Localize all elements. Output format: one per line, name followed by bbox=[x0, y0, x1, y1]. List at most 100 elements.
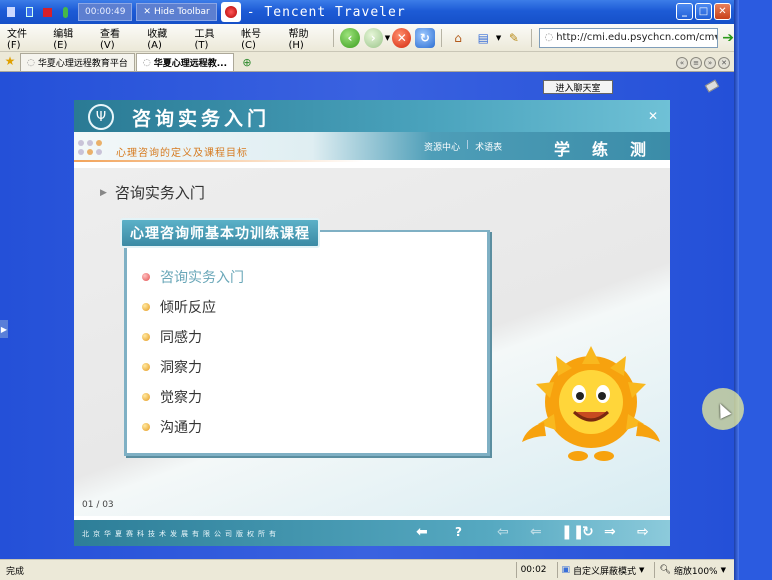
course-item-listening[interactable]: 倾听反应 bbox=[142, 292, 244, 322]
hide-toolbar-button[interactable]: ✕ Hide Toolbar bbox=[136, 3, 217, 21]
bullet-icon bbox=[142, 303, 150, 311]
replay-icon[interactable]: ↻ bbox=[582, 524, 594, 540]
course-header: Ψ 咨询实务入门 ✕ bbox=[74, 100, 670, 132]
home-icon[interactable]: ⌂ bbox=[449, 28, 468, 48]
menu-favorites[interactable]: 收藏(A) bbox=[140, 25, 187, 51]
previous-slide-icon[interactable]: ⇐ bbox=[530, 524, 542, 540]
first-slide-icon[interactable]: ⇦ bbox=[497, 524, 509, 540]
recorder-stop-icon[interactable] bbox=[38, 3, 56, 21]
web-content: 进入聊天室 ▶ Ψ 咨询实务入门 ✕ 心理咨询的定义及课程目标 资源中心 | 术… bbox=[0, 72, 734, 559]
course-item-label: 觉察力 bbox=[160, 390, 202, 406]
mode-test-tab[interactable]: 测 bbox=[630, 136, 646, 160]
desktop-background bbox=[734, 0, 772, 580]
shield-icon: ▣ bbox=[561, 565, 571, 575]
menu-help[interactable]: 帮助(H) bbox=[281, 25, 329, 51]
next-slide-icon[interactable]: ⇒ bbox=[604, 524, 616, 540]
tab-label: 华夏心理远程教... bbox=[153, 59, 227, 69]
tab-list-icon[interactable]: ≡ bbox=[690, 57, 702, 69]
minimize-button[interactable]: _ bbox=[676, 3, 693, 20]
menu-edit[interactable]: 编辑(E) bbox=[46, 25, 93, 51]
folder-dropdown-icon[interactable]: ▼ bbox=[496, 34, 501, 42]
tab-controls: « ≡ » ✕ bbox=[676, 57, 730, 69]
chevron-down-icon: ▼ bbox=[720, 566, 726, 574]
menu-file[interactable]: 文件(F) bbox=[0, 25, 46, 51]
screen-mode-selector[interactable]: ▣ 自定义屏蔽模式 ▼ bbox=[556, 562, 649, 578]
glossary-link[interactable]: 术语表 bbox=[475, 140, 502, 153]
course-item-label: 沟通力 bbox=[160, 420, 202, 436]
help-icon[interactable]: ? bbox=[455, 525, 462, 539]
tencent-traveler-logo-icon bbox=[220, 2, 241, 22]
study-mode-tabs: 学 练 测 bbox=[554, 136, 646, 160]
decorative-dots bbox=[78, 140, 102, 155]
tab-scroll-left-icon[interactable]: « bbox=[676, 57, 688, 69]
course-item-counseling-intro[interactable]: 咨询实务入门 bbox=[142, 262, 244, 292]
back-icon[interactable]: ‹ bbox=[340, 27, 360, 48]
section-title: ▶ 咨询实务入门 bbox=[100, 182, 205, 203]
course-item-insight[interactable]: 洞察力 bbox=[142, 352, 244, 382]
open-folder-icon[interactable]: ▤ bbox=[474, 28, 493, 48]
window-title: - Tencent Traveler bbox=[246, 4, 406, 20]
course-item-label: 洞察力 bbox=[160, 360, 202, 376]
stop-icon[interactable]: ✕ bbox=[392, 27, 412, 48]
new-tab-icon[interactable]: ⊕ bbox=[239, 54, 255, 70]
address-url: http://cmi.edu.psychcn.com/cm bbox=[556, 32, 715, 43]
tab-close-icon[interactable]: ✕ bbox=[718, 57, 730, 69]
forward-dropdown-icon[interactable]: ▼ bbox=[385, 34, 390, 42]
mode-learn-tab[interactable]: 学 bbox=[554, 136, 570, 160]
course-item-empathy[interactable]: 同感力 bbox=[142, 322, 244, 352]
decorative-line bbox=[74, 160, 364, 162]
back-arrow-icon[interactable]: ⬅ bbox=[416, 524, 428, 540]
course-footer: 北京华夏赛科技术发展有限公司版权所有 ⬅ ? ⇦ ⇐ ❚❚ ↻ ⇒ ⇨ bbox=[74, 520, 670, 546]
course-links: 资源中心 | 术语表 bbox=[424, 140, 502, 153]
close-window-button[interactable]: ✕ bbox=[714, 3, 731, 20]
last-slide-icon[interactable]: ⇨ bbox=[637, 524, 649, 540]
resource-center-link[interactable]: 资源中心 bbox=[424, 140, 460, 153]
course-box-label: 心理咨询师基本功训练课程 bbox=[120, 218, 320, 248]
tab-platform-home[interactable]: ◌ 华夏心理远程教育平台 bbox=[20, 53, 135, 71]
zoom-selector[interactable]: 🔍︎ 缩放100% ▼ bbox=[654, 562, 730, 578]
course-subtitle: 心理咨询的定义及课程目标 bbox=[116, 148, 248, 159]
recorder-menu-icon[interactable] bbox=[2, 3, 20, 21]
menu-account[interactable]: 帐号(C) bbox=[234, 25, 281, 51]
close-icon: ✕ bbox=[143, 7, 151, 17]
menu-tools[interactable]: 工具(T) bbox=[188, 25, 235, 51]
favorites-star-icon[interactable]: ★ bbox=[0, 51, 20, 71]
address-bar[interactable]: ◌ http://cmi.edu.psychcn.com/cm ▼ bbox=[539, 27, 719, 48]
side-panel-handle-icon[interactable]: ▶ bbox=[0, 320, 8, 338]
course-slide: ▶ 咨询实务入门 心理咨询师基本功训练课程 咨询实务入门 倾听反应 同感力 洞察… bbox=[74, 168, 670, 516]
recorder-mic-icon[interactable] bbox=[56, 3, 74, 21]
clean-icon[interactable]: ✎ bbox=[504, 28, 523, 48]
maximize-button[interactable]: □ bbox=[695, 3, 712, 20]
refresh-icon[interactable]: ↻ bbox=[415, 27, 435, 48]
title-bar: 00:00:49 ✕ Hide Toolbar - Tencent Travel… bbox=[0, 0, 734, 24]
forward-icon[interactable]: › bbox=[363, 27, 383, 48]
course-close-icon[interactable]: ✕ bbox=[648, 110, 660, 122]
bullet-icon bbox=[142, 393, 150, 401]
tab-course[interactable]: ◌ 华夏心理远程教... bbox=[135, 53, 234, 71]
bullet-icon bbox=[142, 333, 150, 341]
course-item-label: 倾听反应 bbox=[160, 300, 216, 316]
pause-icon[interactable]: ❚❚ bbox=[561, 524, 584, 540]
psychology-logo-icon: Ψ bbox=[88, 104, 114, 130]
mode-practice-tab[interactable]: 练 bbox=[592, 136, 608, 160]
enter-chat-room-button[interactable]: 进入聊天室 bbox=[543, 80, 613, 94]
section-title-text: 咨询实务入门 bbox=[114, 184, 205, 202]
recorder-time: 00:00:49 bbox=[78, 3, 133, 21]
recorder-pause-icon[interactable] bbox=[20, 3, 38, 21]
course-item-awareness[interactable]: 觉察力 bbox=[142, 382, 244, 412]
tab-scroll-right-icon[interactable]: » bbox=[704, 57, 716, 69]
copyright-text: 北京华夏赛科技术发展有限公司版权所有 bbox=[82, 530, 280, 538]
page-loading-icon: ◌ bbox=[142, 57, 151, 68]
menu-view[interactable]: 查看(V) bbox=[93, 25, 140, 51]
zoom-icon: 🔍︎ bbox=[659, 565, 671, 575]
chevron-down-icon: ▼ bbox=[639, 566, 645, 574]
page-loading-icon: ◌ bbox=[544, 32, 554, 43]
window-controls: _ □ ✕ bbox=[676, 3, 731, 20]
eraser-icon[interactable] bbox=[704, 79, 720, 93]
window-edge bbox=[734, 0, 739, 580]
course-item-communication[interactable]: 沟通力 bbox=[142, 412, 244, 442]
go-arrow-icon[interactable]: ➔ bbox=[722, 30, 734, 46]
address-dropdown-icon[interactable]: ▼ bbox=[714, 33, 717, 42]
screen-mode-label: 自定义屏蔽模式 bbox=[573, 566, 637, 577]
toolbar-divider bbox=[440, 28, 442, 47]
